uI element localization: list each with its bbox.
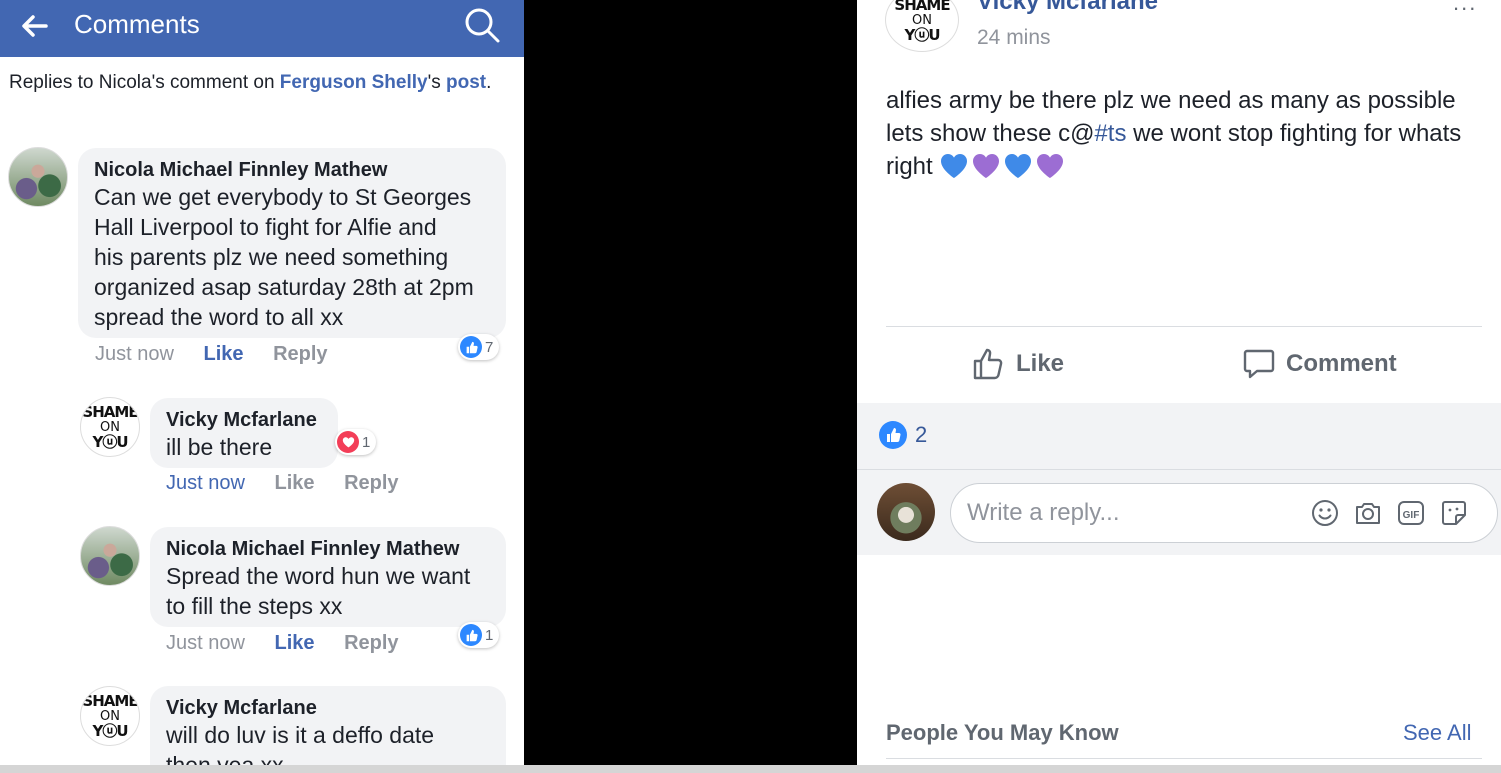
comments-panel: Comments Replies to Nicola's comment on … [0,0,524,765]
reply-section: 2 GIF [857,403,1501,555]
purple-heart-emoji [973,154,1000,178]
sticker-icon[interactable] [1439,498,1469,528]
comment-author[interactable]: Nicola Michael Finnley Mathew [94,158,490,182]
comment-actions: Just now Like Reply [95,343,352,366]
blue-heart-emoji [941,154,968,178]
blue-heart-emoji [1005,154,1032,178]
reaction-count: 7 [485,338,494,356]
avatar[interactable] [8,147,68,207]
shame-on-you-logo: SHAME ON YⓤU [82,402,138,451]
post-timestamp[interactable]: 24 mins [977,26,1051,50]
back-arrow-icon[interactable] [18,10,50,42]
page-title: Comments [74,9,200,39]
people-you-may-know-heading: People You May Know [886,720,1119,745]
context-text: Replies to Nicola's comment on [9,72,280,93]
reaction-badge[interactable]: 1 [335,429,377,455]
comment-bubble: Nicola Michael Finnley Mathew Spread the… [150,527,506,627]
reply-button[interactable]: Reply [273,343,327,365]
comment-text: Spread the word hun we want to fill the … [166,563,471,619]
see-all-link[interactable]: See All [1403,720,1472,746]
context-end: . [486,72,492,93]
post-panel: SHAME ON YⓤU Vicky Mcfarlane 24 mins ...… [857,0,1501,765]
comment-actions: Just now Like Reply [166,632,423,655]
thumbs-up-icon [460,336,482,358]
comment-author[interactable]: Vicky Mcfarlane [166,696,490,720]
thumbs-up-icon [460,624,482,646]
like-button[interactable]: Like [204,343,244,365]
thumbs-up-icon [879,421,907,449]
thumbs-up-outline-icon [973,348,1003,380]
replies-context: Replies to Nicola's comment on Ferguson … [9,71,509,95]
svg-text:GIF: GIF [1403,510,1420,521]
context-suffix: 's [427,72,441,93]
comment-bubble: Nicola Michael Finnley Mathew Can we get… [78,148,506,338]
heart-icon [337,431,359,453]
comment-text: Can we get everybody to St Georges Hall … [94,184,474,330]
scrollbar-track[interactable] [0,765,1501,773]
likes-summary[interactable]: 2 [879,421,927,449]
reaction-count: 1 [485,626,494,644]
comment-icon [1243,349,1275,379]
shame-on-you-logo: SHAME ON YⓤU [82,691,138,740]
comment-label: Comment [1286,350,1397,377]
avatar[interactable]: SHAME ON YⓤU [885,0,959,52]
reaction-count: 1 [362,433,371,451]
divider [857,469,1501,470]
like-button[interactable]: Like [972,344,1064,384]
smiley-icon[interactable] [1310,498,1340,528]
comment-bubble: Vicky Mcfarlane ill be there [150,398,338,468]
post-author[interactable]: Vicky Mcfarlane [977,0,1158,16]
shame-on-you-logo: SHAME ON YⓤU [894,0,950,44]
comment-time: Just now [166,632,245,654]
comment-text: ill be there [166,434,273,460]
reply-button[interactable]: Reply [344,472,398,494]
post-text: alfies army be there plz we need as many… [886,87,1462,180]
comments-header: Comments [0,0,524,57]
comment-text: will do luv is it a deffo date then yea … [166,722,435,765]
comment-author[interactable]: Vicky Mcfarlane [166,408,322,432]
like-button[interactable]: Like [275,632,315,654]
user-link[interactable]: Ferguson Shelly [280,72,428,93]
avatar[interactable]: SHAME ON YⓤU [80,686,140,746]
search-icon[interactable] [462,4,502,44]
reply-box: GIF [950,483,1498,543]
avatar[interactable] [877,483,935,541]
comment-author[interactable]: Nicola Michael Finnley Mathew [166,537,490,561]
comment-button[interactable]: Comment [1242,344,1397,384]
comment-actions: Just now Like Reply [166,472,423,495]
hashtag-link[interactable]: #ts [1094,120,1126,147]
camera-icon[interactable] [1353,498,1383,528]
reply-button[interactable]: Reply [344,632,398,654]
comment-bubble: Vicky Mcfarlane will do luv is it a deff… [150,686,506,765]
post-link[interactable]: post [446,72,486,93]
divider [886,758,1482,759]
more-options-icon[interactable]: ... [1453,0,1477,16]
like-label: Like [1016,350,1065,377]
gif-icon[interactable]: GIF [1396,498,1426,528]
avatar[interactable] [80,526,140,586]
reaction-badge[interactable]: 1 [458,622,500,648]
comment-time: Just now [166,472,245,494]
avatar[interactable]: SHAME ON YⓤU [80,397,140,457]
comment-time: Just now [95,343,174,365]
reply-input[interactable] [967,499,1297,527]
likes-count: 2 [915,422,928,447]
reaction-badge[interactable]: 7 [458,334,500,360]
divider [886,326,1482,327]
purple-heart-emoji [1037,154,1064,178]
like-button[interactable]: Like [275,472,315,494]
